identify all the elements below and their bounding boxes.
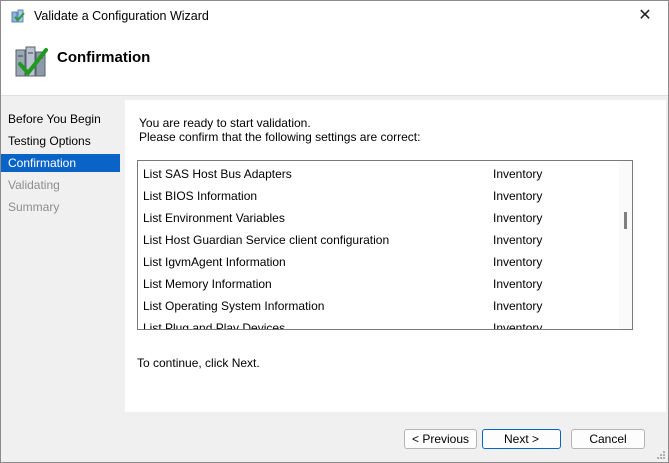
wizard-steps-nav: Before You Begin Testing Options Confirm… [1,96,123,462]
step-validating: Validating [8,178,60,192]
test-name: List Environment Variables [143,211,285,225]
main-panel: You are ready to start validation. Pleas… [123,96,668,462]
vertical-scrollbar[interactable] [619,161,632,329]
test-category: Inventory [493,277,543,291]
checklist-icon [15,46,48,77]
content-area: You are ready to start validation. Pleas… [125,100,666,412]
test-name: List BIOS Information [143,189,258,203]
instruction-text: Please confirm that the following settin… [139,130,421,144]
continue-hint: To continue, click Next. [137,356,260,370]
window-title: Validate a Configuration Wizard [34,9,209,23]
resize-grip-icon[interactable] [656,450,666,460]
test-category: Inventory [493,321,543,330]
test-name: List Host Guardian Service client config… [143,233,390,247]
list-item[interactable]: List Operating System Information Invent… [143,295,628,317]
list-item[interactable]: List IgvmAgent Information Inventory [143,251,628,273]
list-item[interactable]: List Plug and Play Devices Inventory [143,317,628,330]
step-summary: Summary [8,200,60,214]
test-category: Inventory [493,167,543,181]
wizard-window: Validate a Configuration Wizard ✕ Confir… [0,0,669,463]
title-bar: Validate a Configuration Wizard ✕ [1,1,668,31]
test-name: List Operating System Information [143,299,325,313]
list-item[interactable]: List Environment Variables Inventory [143,207,628,229]
list-item[interactable]: List Host Guardian Service client config… [143,229,628,251]
step-before-you-begin[interactable]: Before You Begin [1,110,120,128]
settings-list[interactable]: List SAS Host Bus Adapters Inventory Lis… [137,160,633,330]
page-header: Confirmation [1,31,668,96]
test-name: List SAS Host Bus Adapters [143,167,292,181]
step-confirmation[interactable]: Confirmation [1,154,120,172]
test-category: Inventory [493,211,543,225]
list-item[interactable]: List BIOS Information Inventory [143,185,628,207]
scrollbar-thumb[interactable] [624,212,627,229]
test-name: List Plug and Play Devices [143,321,286,330]
previous-button[interactable]: < Previous [404,429,477,449]
test-category: Inventory [493,299,543,313]
close-button[interactable]: ✕ [630,5,660,27]
test-category: Inventory [493,233,543,247]
cluster-icon [11,9,25,23]
test-name: List IgvmAgent Information [143,255,286,269]
test-name: List Memory Information [143,277,272,291]
test-category: Inventory [493,255,543,269]
next-button[interactable]: Next > [482,429,561,449]
test-category: Inventory [493,189,543,203]
step-testing-options[interactable]: Testing Options [1,132,120,150]
list-item[interactable]: List SAS Host Bus Adapters Inventory [143,163,628,185]
cancel-button[interactable]: Cancel [571,429,645,449]
page-title: Confirmation [57,49,151,66]
intro-text: You are ready to start validation. [139,116,311,130]
list-item[interactable]: List Memory Information Inventory [143,273,628,295]
